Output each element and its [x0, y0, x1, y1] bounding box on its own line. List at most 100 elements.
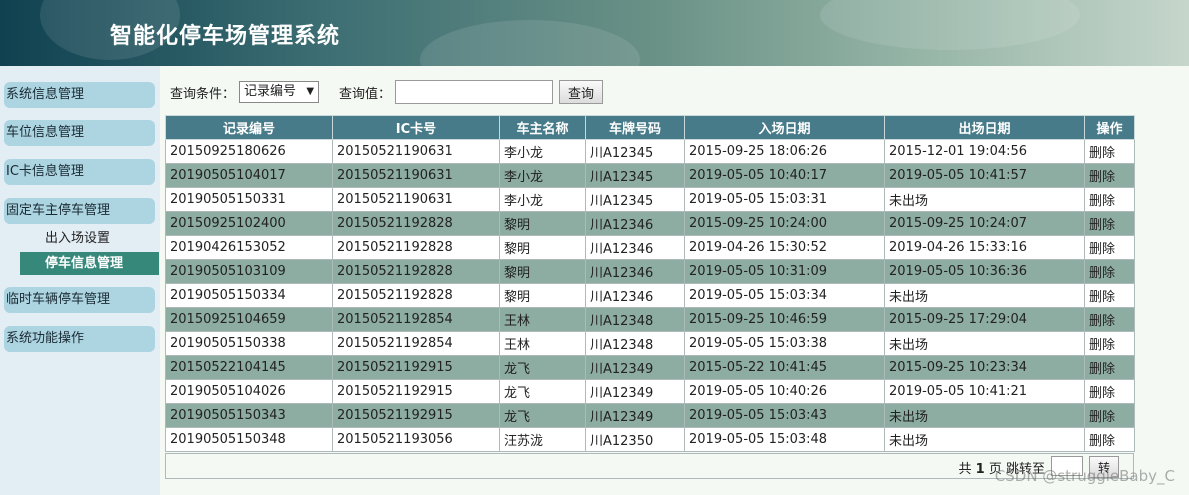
cell-record-id: 20150925104659 [165, 307, 333, 332]
banner-decoration [820, 0, 1080, 50]
delete-link[interactable]: 删除 [1084, 403, 1135, 428]
column-header-exit-date[interactable]: 出场日期 [884, 115, 1085, 140]
cell-owner: 王林 [499, 331, 586, 356]
delete-link[interactable]: 删除 [1084, 427, 1135, 452]
cell-owner: 李小龙 [499, 139, 586, 164]
pagination-prefix: 共 [958, 462, 972, 477]
sidebar-item-system-functions[interactable]: 系统功能操作 [4, 326, 155, 352]
cell-record-id: 20190505104017 [165, 163, 333, 188]
cell-exit-date: 2015-09-25 17:29:04 [884, 307, 1085, 332]
cell-record-id: 20190426153052 [165, 235, 333, 260]
table-row[interactable]: 20190426153052 20150521192828 黎明 川A12346 201… [165, 235, 1135, 260]
table-header-row: 记录编号 IC卡号 车主名称 车牌号码 入场日期 出场日期 操作 [165, 115, 1135, 140]
search-input[interactable] [395, 80, 554, 104]
cell-owner: 龙飞 [499, 379, 586, 404]
cell-ic-card: 20150521192828 [332, 283, 500, 308]
cell-exit-date: 2019-05-05 10:41:57 [884, 163, 1085, 188]
column-header-owner[interactable]: 车主名称 [499, 115, 586, 140]
cell-record-id: 20150925180626 [165, 139, 333, 164]
cell-record-id: 20150522104145 [165, 355, 333, 380]
cell-owner: 龙飞 [499, 355, 586, 380]
cell-ic-card: 20150521192915 [332, 355, 500, 380]
main-content: 查询条件： 记录编号 ▼ 查询值： 查询 记录编号 IC卡号 车主名称 车牌号码… [160, 66, 1189, 495]
sidebar-item-ic-card[interactable]: IC卡信息管理 [4, 159, 155, 185]
column-header-action: 操作 [1084, 115, 1135, 140]
delete-link[interactable]: 删除 [1084, 331, 1135, 356]
cell-exit-date: 2015-09-25 10:23:34 [884, 355, 1085, 380]
cell-exit-date: 未出场 [884, 403, 1085, 428]
condition-select[interactable]: 记录编号 ▼ [239, 81, 320, 103]
cell-record-id: 20190505103109 [165, 259, 333, 284]
table-row[interactable]: 20150925102400 20150521192828 黎明 川A12346 201… [165, 211, 1135, 236]
cell-ic-card: 20150521192915 [332, 403, 500, 428]
cell-entry-date: 2019-05-05 15:03:34 [684, 283, 885, 308]
search-button[interactable]: 查询 [559, 80, 604, 104]
search-bar: 查询条件： 记录编号 ▼ 查询值： 查询 [170, 80, 604, 104]
table-row[interactable]: 20150522104145 20150521192915 龙飞 川A12349 201… [165, 355, 1135, 380]
delete-link[interactable]: 删除 [1084, 259, 1135, 284]
column-header-ic-card[interactable]: IC卡号 [332, 115, 500, 140]
sidebar-subitem-parking-info[interactable]: 停车信息管理 [20, 252, 159, 275]
delete-link[interactable]: 删除 [1084, 211, 1135, 236]
cell-plate: 川A12348 [585, 307, 685, 332]
sidebar-item-parking-space[interactable]: 车位信息管理 [4, 120, 155, 146]
table-row[interactable]: 20190505150334 20150521192828 黎明 川A12346 201… [165, 283, 1135, 308]
cell-ic-card: 20150521190631 [332, 139, 500, 164]
sidebar-item-system-info[interactable]: 系统信息管理 [4, 82, 155, 108]
cell-exit-date: 未出场 [884, 427, 1085, 452]
cell-plate: 川A12346 [585, 259, 685, 284]
cell-entry-date: 2019-05-05 10:40:26 [684, 379, 885, 404]
cell-ic-card: 20150521192854 [332, 331, 500, 356]
cell-owner: 王林 [499, 307, 586, 332]
delete-link[interactable]: 删除 [1084, 283, 1135, 308]
value-label: 查询值： [339, 86, 392, 102]
delete-link[interactable]: 删除 [1084, 235, 1135, 260]
dropdown-arrow-icon: ▼ [306, 86, 315, 97]
header-banner: 智能化停车场管理系统 [0, 0, 1189, 66]
cell-entry-date: 2015-09-25 10:46:59 [684, 307, 885, 332]
table-row[interactable]: 20190505150331 20150521190631 李小龙 川A12345 20… [165, 187, 1135, 212]
total-pages: 1 [975, 462, 985, 477]
cell-record-id: 20190505150343 [165, 403, 333, 428]
table-row[interactable]: 20190505150343 20150521192915 龙飞 川A12349 201… [165, 403, 1135, 428]
cell-entry-date: 2019-05-05 15:03:31 [684, 187, 885, 212]
table-row[interactable]: 20190505104017 20150521190631 李小龙 川A12345 20… [165, 163, 1135, 188]
cell-record-id: 20150925102400 [165, 211, 333, 236]
delete-link[interactable]: 删除 [1084, 139, 1135, 164]
cell-entry-date: 2019-05-05 15:03:38 [684, 331, 885, 356]
cell-owner: 汪苏泷 [499, 427, 586, 452]
column-header-entry-date[interactable]: 入场日期 [684, 115, 885, 140]
cell-exit-date: 未出场 [884, 187, 1085, 212]
sidebar-item-fixed-owner-parking[interactable]: 固定车主停车管理 [4, 198, 155, 224]
cell-record-id: 20190505150334 [165, 283, 333, 308]
table-row[interactable]: 20150925180626 20150521190631 李小龙 川A12345 20… [165, 139, 1135, 164]
cell-plate: 川A12345 [585, 187, 685, 212]
cell-owner: 黎明 [499, 283, 586, 308]
delete-link[interactable]: 删除 [1084, 187, 1135, 212]
cell-ic-card: 20150521192828 [332, 259, 500, 284]
cell-record-id: 20190505150348 [165, 427, 333, 452]
table-row[interactable]: 20190505150348 20150521193056 汪苏泷 川A12350 20… [165, 427, 1135, 452]
table-row[interactable]: 20190505150338 20150521192854 王林 川A12348 201… [165, 331, 1135, 356]
delete-link[interactable]: 删除 [1084, 163, 1135, 188]
delete-link[interactable]: 删除 [1084, 379, 1135, 404]
parking-records-table: 记录编号 IC卡号 车主名称 车牌号码 入场日期 出场日期 操作 2015092… [165, 115, 1135, 452]
table-row[interactable]: 20150925104659 20150521192854 王林 川A12348 201… [165, 307, 1135, 332]
cell-plate: 川A12345 [585, 163, 685, 188]
cell-entry-date: 2019-05-05 15:03:48 [684, 427, 885, 452]
delete-link[interactable]: 删除 [1084, 355, 1135, 380]
table-row[interactable]: 20190505103109 20150521192828 黎明 川A12346 201… [165, 259, 1135, 284]
cell-exit-date: 2019-05-05 10:36:36 [884, 259, 1085, 284]
column-header-plate[interactable]: 车牌号码 [585, 115, 685, 140]
delete-link[interactable]: 删除 [1084, 307, 1135, 332]
table-row[interactable]: 20190505104026 20150521192915 龙飞 川A12349 201… [165, 379, 1135, 404]
cell-record-id: 20190505150338 [165, 331, 333, 356]
cell-exit-date: 2019-05-05 10:41:21 [884, 379, 1085, 404]
cell-owner: 黎明 [499, 235, 586, 260]
cell-exit-date: 2015-12-01 19:04:56 [884, 139, 1085, 164]
column-header-record-id[interactable]: 记录编号 [165, 115, 333, 140]
condition-label: 查询条件： [170, 86, 236, 102]
sidebar-subitem-entry-exit-settings[interactable]: 出入场设置 [45, 229, 110, 249]
sidebar-item-temporary-parking[interactable]: 临时车辆停车管理 [4, 287, 155, 313]
cell-ic-card: 20150521192915 [332, 379, 500, 404]
